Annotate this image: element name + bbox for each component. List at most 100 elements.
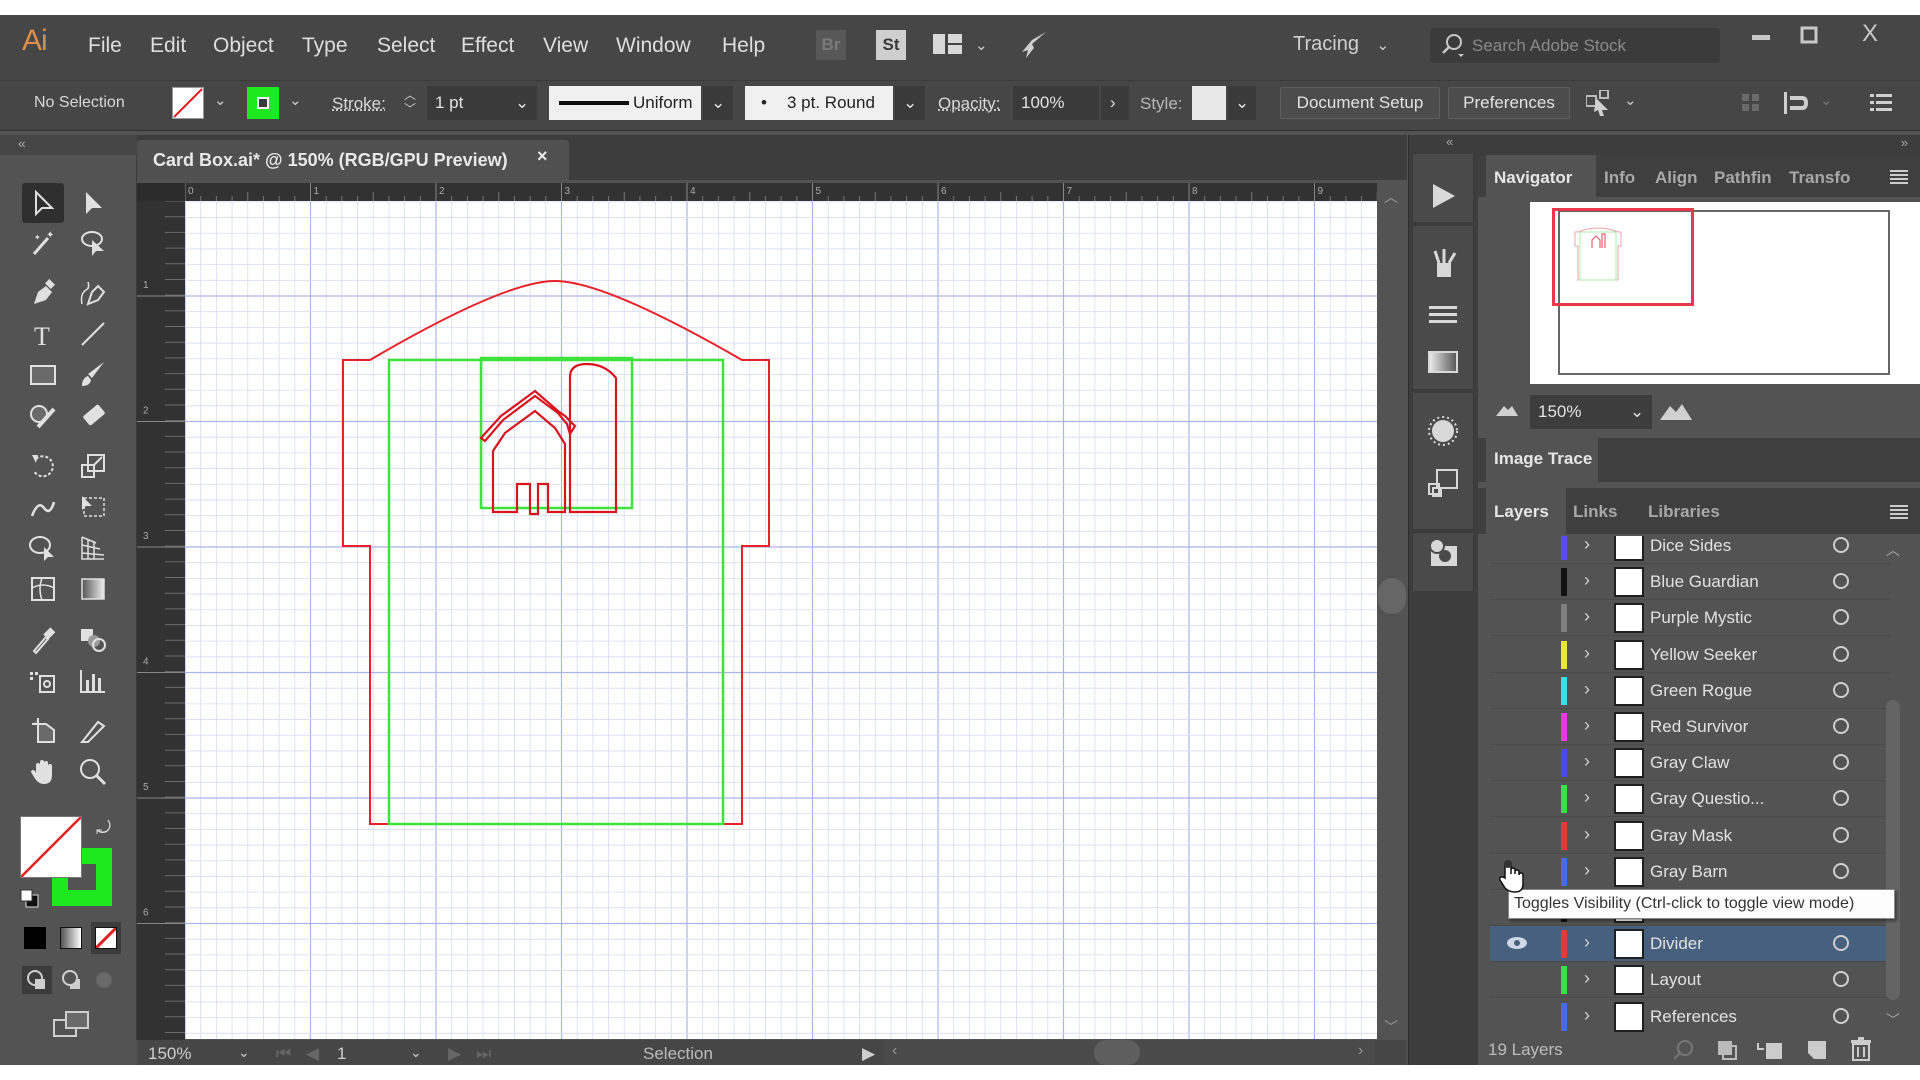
zoom-in-mountain-icon[interactable] (1660, 402, 1692, 425)
ruler-origin[interactable] (137, 183, 185, 201)
expand-chevron-icon[interactable]: › (1584, 1005, 1590, 1026)
symbol-sprayer-tool[interactable] (22, 661, 64, 701)
emblem-bounds-rect[interactable] (479, 356, 634, 510)
layer-target-icon[interactable] (1833, 827, 1849, 843)
brush-definition[interactable]: • 3 pt. Round (745, 86, 893, 120)
collapse-panels-icon[interactable]: » (1901, 135, 1908, 150)
stroke-weight-stepper[interactable]: ︿ ﹀ (404, 88, 416, 116)
control-bar-menu-icon[interactable] (1870, 94, 1892, 117)
layer-row[interactable]: › Gray Barn (1490, 854, 1890, 890)
tab-layers[interactable]: Layers (1494, 502, 1549, 522)
layer-target-icon[interactable] (1833, 1008, 1849, 1024)
arrange-chevron-icon[interactable]: ⌄ (975, 36, 988, 54)
stroke-weight-input[interactable]: 1 pt (427, 86, 507, 120)
layer-target-icon[interactable] (1833, 790, 1849, 806)
expand-chevron-icon[interactable]: › (1584, 751, 1590, 772)
layer-name[interactable]: Gray Questio... (1650, 789, 1764, 809)
fill-color-swatch[interactable] (20, 816, 82, 878)
opacity-input[interactable]: 100% (1013, 86, 1099, 120)
slice-tool[interactable] (72, 711, 114, 751)
layer-name[interactable]: Red Survivor (1650, 717, 1748, 737)
horizontal-ruler[interactable]: 0 1 2 3 4 5 6 7 8 9 (137, 183, 1377, 201)
layer-name[interactable]: Gray Barn (1650, 862, 1727, 882)
free-transform-tool[interactable] (72, 487, 114, 527)
document-setup-button[interactable]: Document Setup (1280, 87, 1440, 119)
stock-button[interactable]: St (876, 30, 906, 60)
workspace-switcher[interactable]: Tracing ⌄ (1293, 33, 1389, 56)
style-dropdown[interactable]: ⌄ (1228, 86, 1256, 120)
direct-selection-tool[interactable] (72, 183, 114, 223)
layer-name[interactable]: Gray Mask (1650, 826, 1732, 846)
expand-chevron-icon[interactable]: › (1584, 968, 1590, 989)
collapse-icon[interactable]: « (18, 135, 26, 151)
layer-row[interactable]: › Green Rogue (1490, 673, 1890, 709)
layer-name[interactable]: Gray Claw (1650, 753, 1729, 773)
layer-name[interactable]: Green Rogue (1650, 681, 1752, 701)
scroll-right-icon[interactable]: › (1358, 1042, 1363, 1060)
isolate-icon[interactable] (1742, 94, 1760, 117)
fill-dropdown-icon[interactable]: ⌄ (214, 91, 227, 109)
draw-behind-button[interactable] (57, 966, 87, 999)
menu-file[interactable]: File (88, 34, 122, 58)
artboard-number-input[interactable]: 1 (337, 1044, 346, 1064)
last-artboard-button[interactable]: ⏭ (476, 1044, 491, 1064)
color-mode-button[interactable] (24, 927, 46, 949)
default-fill-stroke-icon[interactable] (20, 889, 40, 914)
brush-dropdown[interactable]: ⌄ (895, 86, 925, 120)
vertical-ruler[interactable]: 1 2 3 4 5 6 (137, 183, 185, 1040)
layers-menu-icon[interactable] (1890, 505, 1908, 524)
zoom-tool[interactable] (72, 752, 114, 792)
tab-links[interactable]: Links (1573, 502, 1617, 522)
type-tool[interactable]: T (22, 314, 64, 354)
stroke-swatch[interactable] (247, 87, 279, 119)
profile-dropdown[interactable]: ⌄ (703, 86, 733, 120)
expand-chevron-icon[interactable]: › (1584, 679, 1590, 700)
gpu-performance-icon[interactable] (1018, 30, 1048, 65)
layer-row[interactable]: › References (1490, 999, 1890, 1032)
locate-object-icon[interactable] (1672, 1039, 1694, 1066)
layers-scroll-down-icon[interactable]: ﹀ (1886, 1010, 1900, 1030)
change-screen-mode-icon[interactable] (52, 1010, 92, 1045)
document-tab[interactable]: Card Box.ai* @ 150% (RGB/GPU Preview) (137, 140, 569, 180)
perspective-grid-tool[interactable] (72, 528, 114, 568)
layer-row[interactable]: › Gray Questio... (1490, 781, 1890, 817)
symbols-icon[interactable] (1427, 415, 1459, 447)
expand-chevron-icon[interactable]: › (1584, 536, 1590, 555)
artboards-panel-icon[interactable] (1427, 466, 1459, 498)
next-artboard-button[interactable]: ▶ (448, 1044, 461, 1064)
align-dropdown-icon[interactable]: ⌄ (1820, 91, 1833, 109)
close-document-button[interactable]: × (537, 146, 548, 167)
menu-object[interactable]: Object (213, 34, 274, 58)
zoom-out-mountain-icon[interactable] (1496, 402, 1518, 421)
blend-tool[interactable] (72, 620, 114, 660)
barn-emblem[interactable] (479, 362, 618, 516)
artboard-canvas[interactable] (185, 201, 1377, 1039)
zoom-dropdown-icon[interactable]: ⌄ (238, 1044, 250, 1061)
status-menu-arrow-icon[interactable]: ▶ (862, 1044, 875, 1064)
expand-chevron-icon[interactable]: › (1584, 860, 1590, 881)
layer-name[interactable]: Blue Guardian (1650, 572, 1759, 592)
arrange-documents-icon[interactable] (933, 33, 963, 60)
minimize-button[interactable] (1752, 24, 1770, 50)
navigator-menu-icon[interactable] (1890, 170, 1908, 189)
menu-type[interactable]: Type (302, 34, 348, 58)
shaper-tool[interactable] (22, 396, 64, 436)
layers-scroll-up-icon[interactable]: ︿ (1886, 540, 1900, 560)
expand-chevron-icon[interactable]: › (1584, 932, 1590, 953)
stroke-label[interactable]: Stroke: (332, 94, 386, 114)
layer-name[interactable]: Dice Sides (1650, 536, 1731, 556)
opacity-label[interactable]: Opacity: (938, 94, 1000, 114)
layers-scroll-thumb[interactable] (1886, 700, 1900, 1000)
select-similar-dropdown-icon[interactable]: ⌄ (1624, 91, 1637, 109)
first-artboard-button[interactable]: ⏮ (276, 1044, 291, 1064)
stroke-dropdown-icon[interactable]: ⌄ (289, 91, 302, 109)
layer-name[interactable]: References (1650, 1007, 1737, 1027)
graphic-style-swatch[interactable] (1192, 86, 1226, 120)
layer-target-icon[interactable] (1833, 971, 1849, 987)
layers-scrollbar[interactable]: ︿ ﹀ (1884, 540, 1904, 1030)
layer-row[interactable]: › Gray Claw (1490, 745, 1890, 781)
scale-tool[interactable] (72, 446, 114, 486)
expand-chevron-icon[interactable]: › (1584, 643, 1590, 664)
shape-builder-tool[interactable] (22, 528, 64, 568)
box-cut-outline[interactable] (342, 279, 770, 825)
